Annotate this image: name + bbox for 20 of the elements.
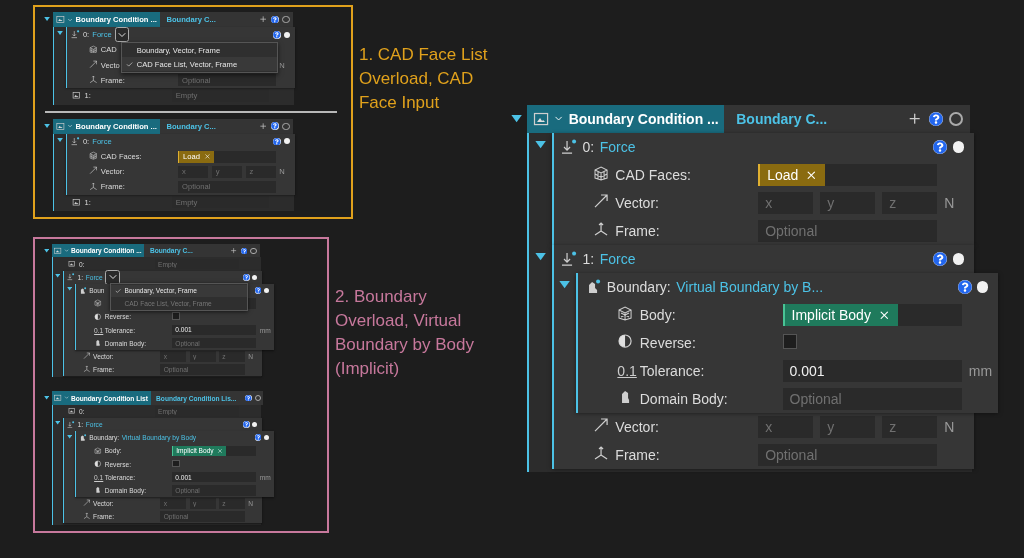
field-label: Frame: bbox=[615, 223, 660, 239]
unit-label: mm bbox=[967, 363, 993, 379]
precision-icon: 0.1 bbox=[617, 363, 637, 379]
unit-label: N bbox=[943, 419, 955, 435]
field-label: Boundary: bbox=[606, 279, 671, 295]
field-label: Reverse: bbox=[639, 335, 696, 351]
field-label: Domain Body: bbox=[639, 391, 728, 407]
section-caption: 1. CAD Face List Overload, CAD Face Input bbox=[358, 44, 489, 114]
field-label: Body: bbox=[639, 307, 676, 323]
field-label: Vector: bbox=[615, 195, 659, 211]
index-label: 1: bbox=[582, 251, 595, 267]
field-label: Frame: bbox=[615, 447, 660, 463]
field-label: Tolerance: bbox=[639, 363, 705, 379]
index-label: 0: bbox=[582, 139, 595, 155]
field-label: Vector: bbox=[615, 419, 659, 435]
section-caption: 2. Boundary Overload, Virtual Boundary by Body (Implicit) bbox=[335, 286, 475, 381]
unit-label: N bbox=[943, 195, 955, 211]
chip-label: Implicit Body bbox=[791, 307, 871, 323]
field-label: CAD Faces: bbox=[615, 167, 691, 183]
chip-label: Load bbox=[767, 167, 799, 183]
